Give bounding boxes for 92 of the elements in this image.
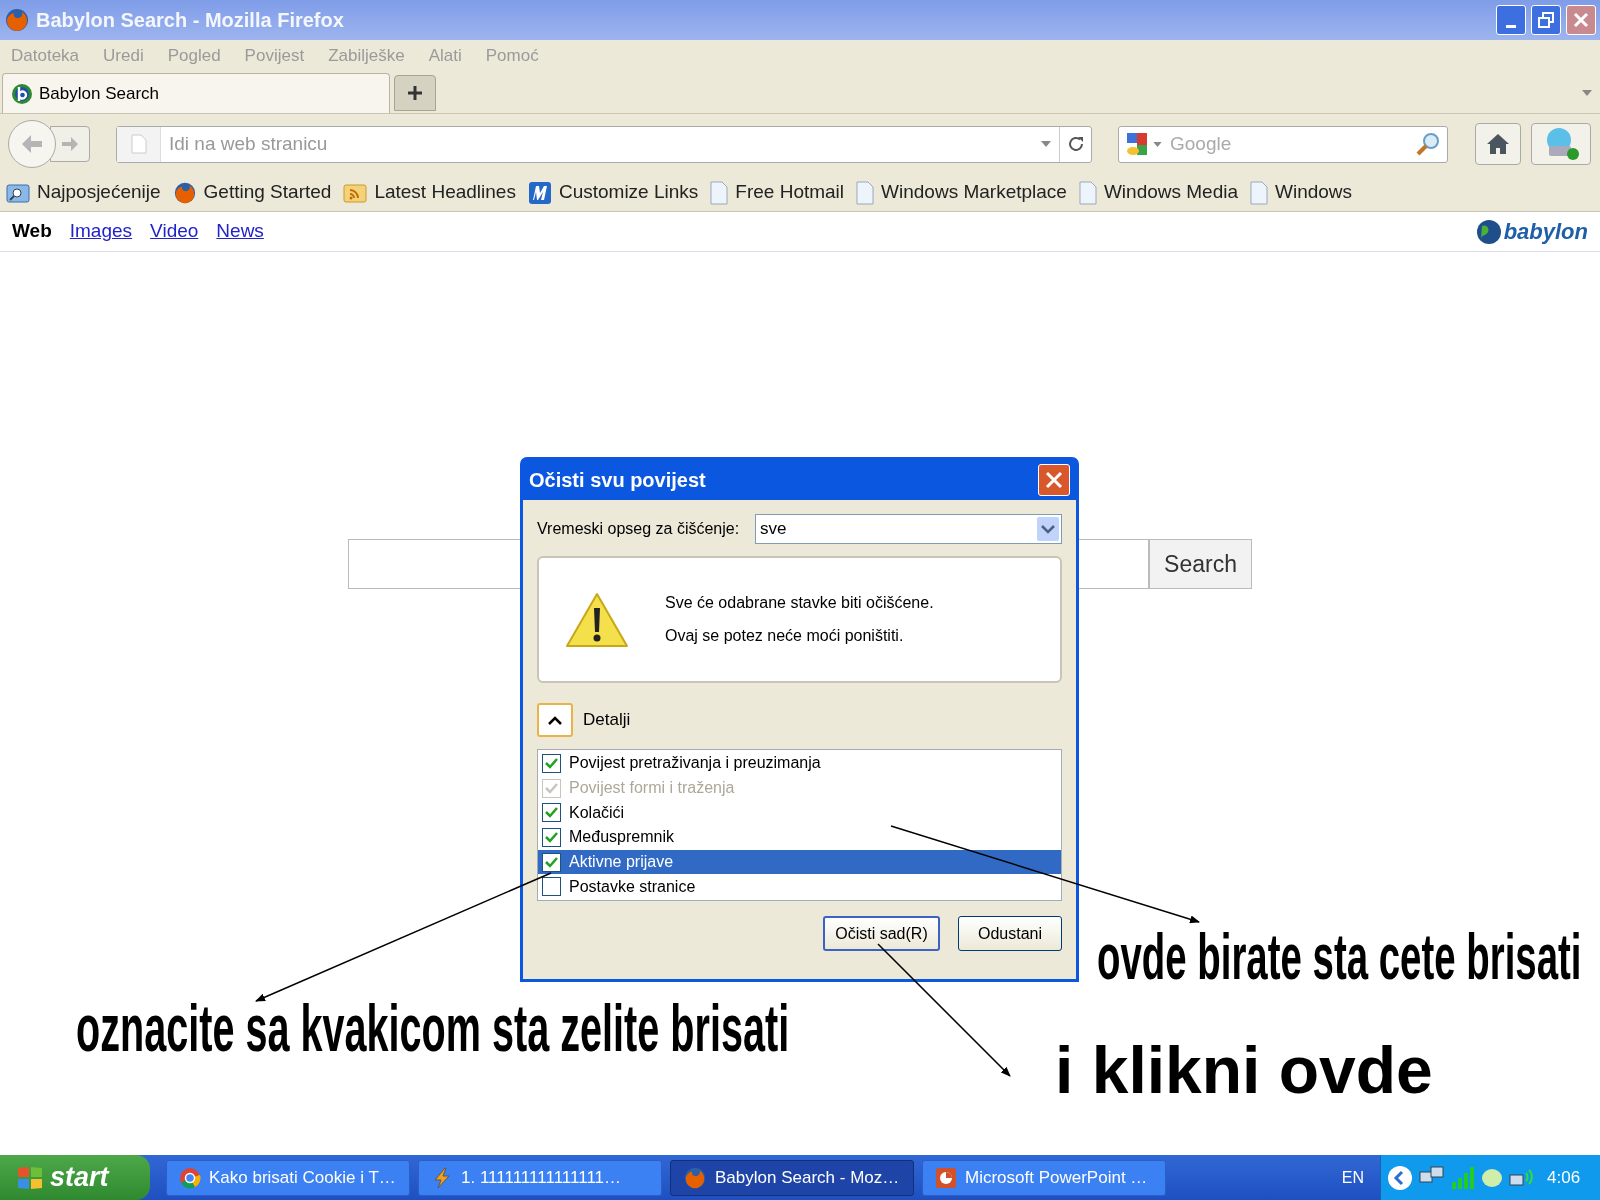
home-icon [1486,133,1510,155]
page-icon [1250,180,1268,205]
search-category-link[interactable]: News [216,217,264,246]
history-item[interactable]: Međuspremnik [538,825,1061,850]
search-field[interactable]: Google [1170,129,1415,159]
checkbox[interactable] [542,827,561,847]
warning-text: Sve će odabrane stavke biti očišćene. [665,593,934,613]
checkbox[interactable] [542,803,561,823]
browser-tab[interactable]: Babylon Search [2,73,390,113]
restore-button[interactable] [1531,5,1561,35]
folder-search-icon [6,181,30,204]
checkbox[interactable] [542,877,561,897]
reload-icon [1066,135,1085,153]
annotation-text: oznacite sa kvakicom sta zelite brisati [76,995,790,1061]
page-icon [130,134,147,154]
close-button[interactable] [1038,464,1070,496]
windows-logo-icon [16,1164,44,1191]
minimize-button[interactable] [1496,5,1526,35]
minimize-icon [1506,25,1516,28]
babylon-logo: babylon [1475,215,1588,248]
page-icon [710,180,729,205]
back-button[interactable] [8,120,56,168]
clock: 4:06 [1547,1166,1581,1189]
firefox-icon [4,7,30,33]
start-button[interactable]: start [0,1155,150,1200]
rss-feed-icon [343,181,368,204]
search-category-tab[interactable]: Web [12,217,52,246]
dropdown-arrow-icon[interactable] [1041,141,1051,147]
page-icon [1078,180,1097,205]
bookmark[interactable]: Getting Started [172,178,332,207]
skype-button[interactable] [1531,123,1591,165]
taskbar-button[interactable]: Microsoft PowerPoint … [922,1159,1166,1196]
search-button[interactable]: Search [1149,539,1252,589]
history-item[interactable]: Kolačići [538,800,1061,825]
dropdown-arrow-icon[interactable] [1582,90,1592,96]
history-item[interactable]: Postavke stranice [538,874,1061,900]
restore-icon [1538,12,1554,28]
language-indicator[interactable]: EN [1341,1165,1364,1190]
bookmark[interactable]: Windows Media [1078,178,1238,207]
plus-icon [407,85,423,101]
chrome-icon [179,1166,201,1189]
bookmark[interactable]: Windows [1250,178,1353,207]
search-category-link[interactable]: Video [150,217,199,246]
firefox-icon [172,180,197,205]
address-field[interactable]: Idi na web stranicu [169,129,1041,159]
search-category-link[interactable]: Images [69,217,133,246]
checkbox[interactable] [542,753,561,773]
wireless-computer-icon[interactable] [1509,1166,1535,1189]
details-toggle-button[interactable] [537,703,573,737]
search-icon[interactable] [1415,131,1441,157]
bookmark[interactable]: Najposjećenije [6,178,161,207]
chevron-left-icon[interactable] [1387,1164,1413,1191]
m-letter-icon [527,180,552,205]
bookmark[interactable]: Free Hotmail [710,178,845,207]
warning-text: Ovaj se potez neće moći poništiti. [665,626,905,646]
field-label: Vremeski opseg za čišćenje: [537,519,740,539]
bookmark[interactable]: Latest Headlines [343,178,516,207]
bookmark[interactable]: Customize Links [527,178,699,207]
firefox-icon [683,1165,707,1190]
taskbar-button[interactable]: 1. 111111111111111… [418,1159,662,1196]
dialog-title: Očisti svu povijest [529,468,706,493]
checkbox[interactable] [542,852,561,872]
babylon-logo-icon [11,82,33,105]
annotation-text: i klikni ovde [1055,1037,1433,1103]
annotation-text: ovde birate sta cete brisati [1097,925,1582,989]
search-bar[interactable]: Google [1118,125,1448,163]
address-bar[interactable]: Idi na web stranicu [116,125,1092,163]
powerpoint-icon [935,1166,957,1189]
dropdown-arrow-icon[interactable] [1153,141,1162,147]
page-icon [856,180,875,205]
history-item[interactable]: Povijest pretraživanja i preuzimanja [538,751,1061,776]
warning-icon [565,591,629,648]
time-range-dropdown[interactable]: sve [755,514,1062,544]
close-button[interactable] [1566,5,1596,35]
forward-button[interactable] [50,126,90,162]
clear-now-button[interactable]: Očisti sad(R) [823,916,940,951]
taskbar-button[interactable]: Babylon Search - Moz… [670,1159,914,1196]
history-item[interactable]: Aktivne prijave [538,849,1061,875]
new-tab-button[interactable] [394,75,436,111]
taskbar-button[interactable]: Kako brisati Cookie i T… [166,1159,410,1196]
window-title: Babylon Search - Mozilla Firefox [36,8,344,33]
google-logo-icon [1125,131,1149,157]
lightning-icon [431,1166,453,1189]
forward-arrow-icon [61,136,79,152]
details-label: Detalji [583,709,631,732]
bookmark[interactable]: Windows Marketplace [856,178,1067,207]
home-button[interactable] [1475,123,1521,165]
close-icon [1045,471,1063,489]
close-icon [1573,12,1589,28]
chevron-up-icon [548,715,562,725]
cancel-button[interactable]: Odustani [958,916,1062,951]
back-arrow-icon [21,134,43,154]
